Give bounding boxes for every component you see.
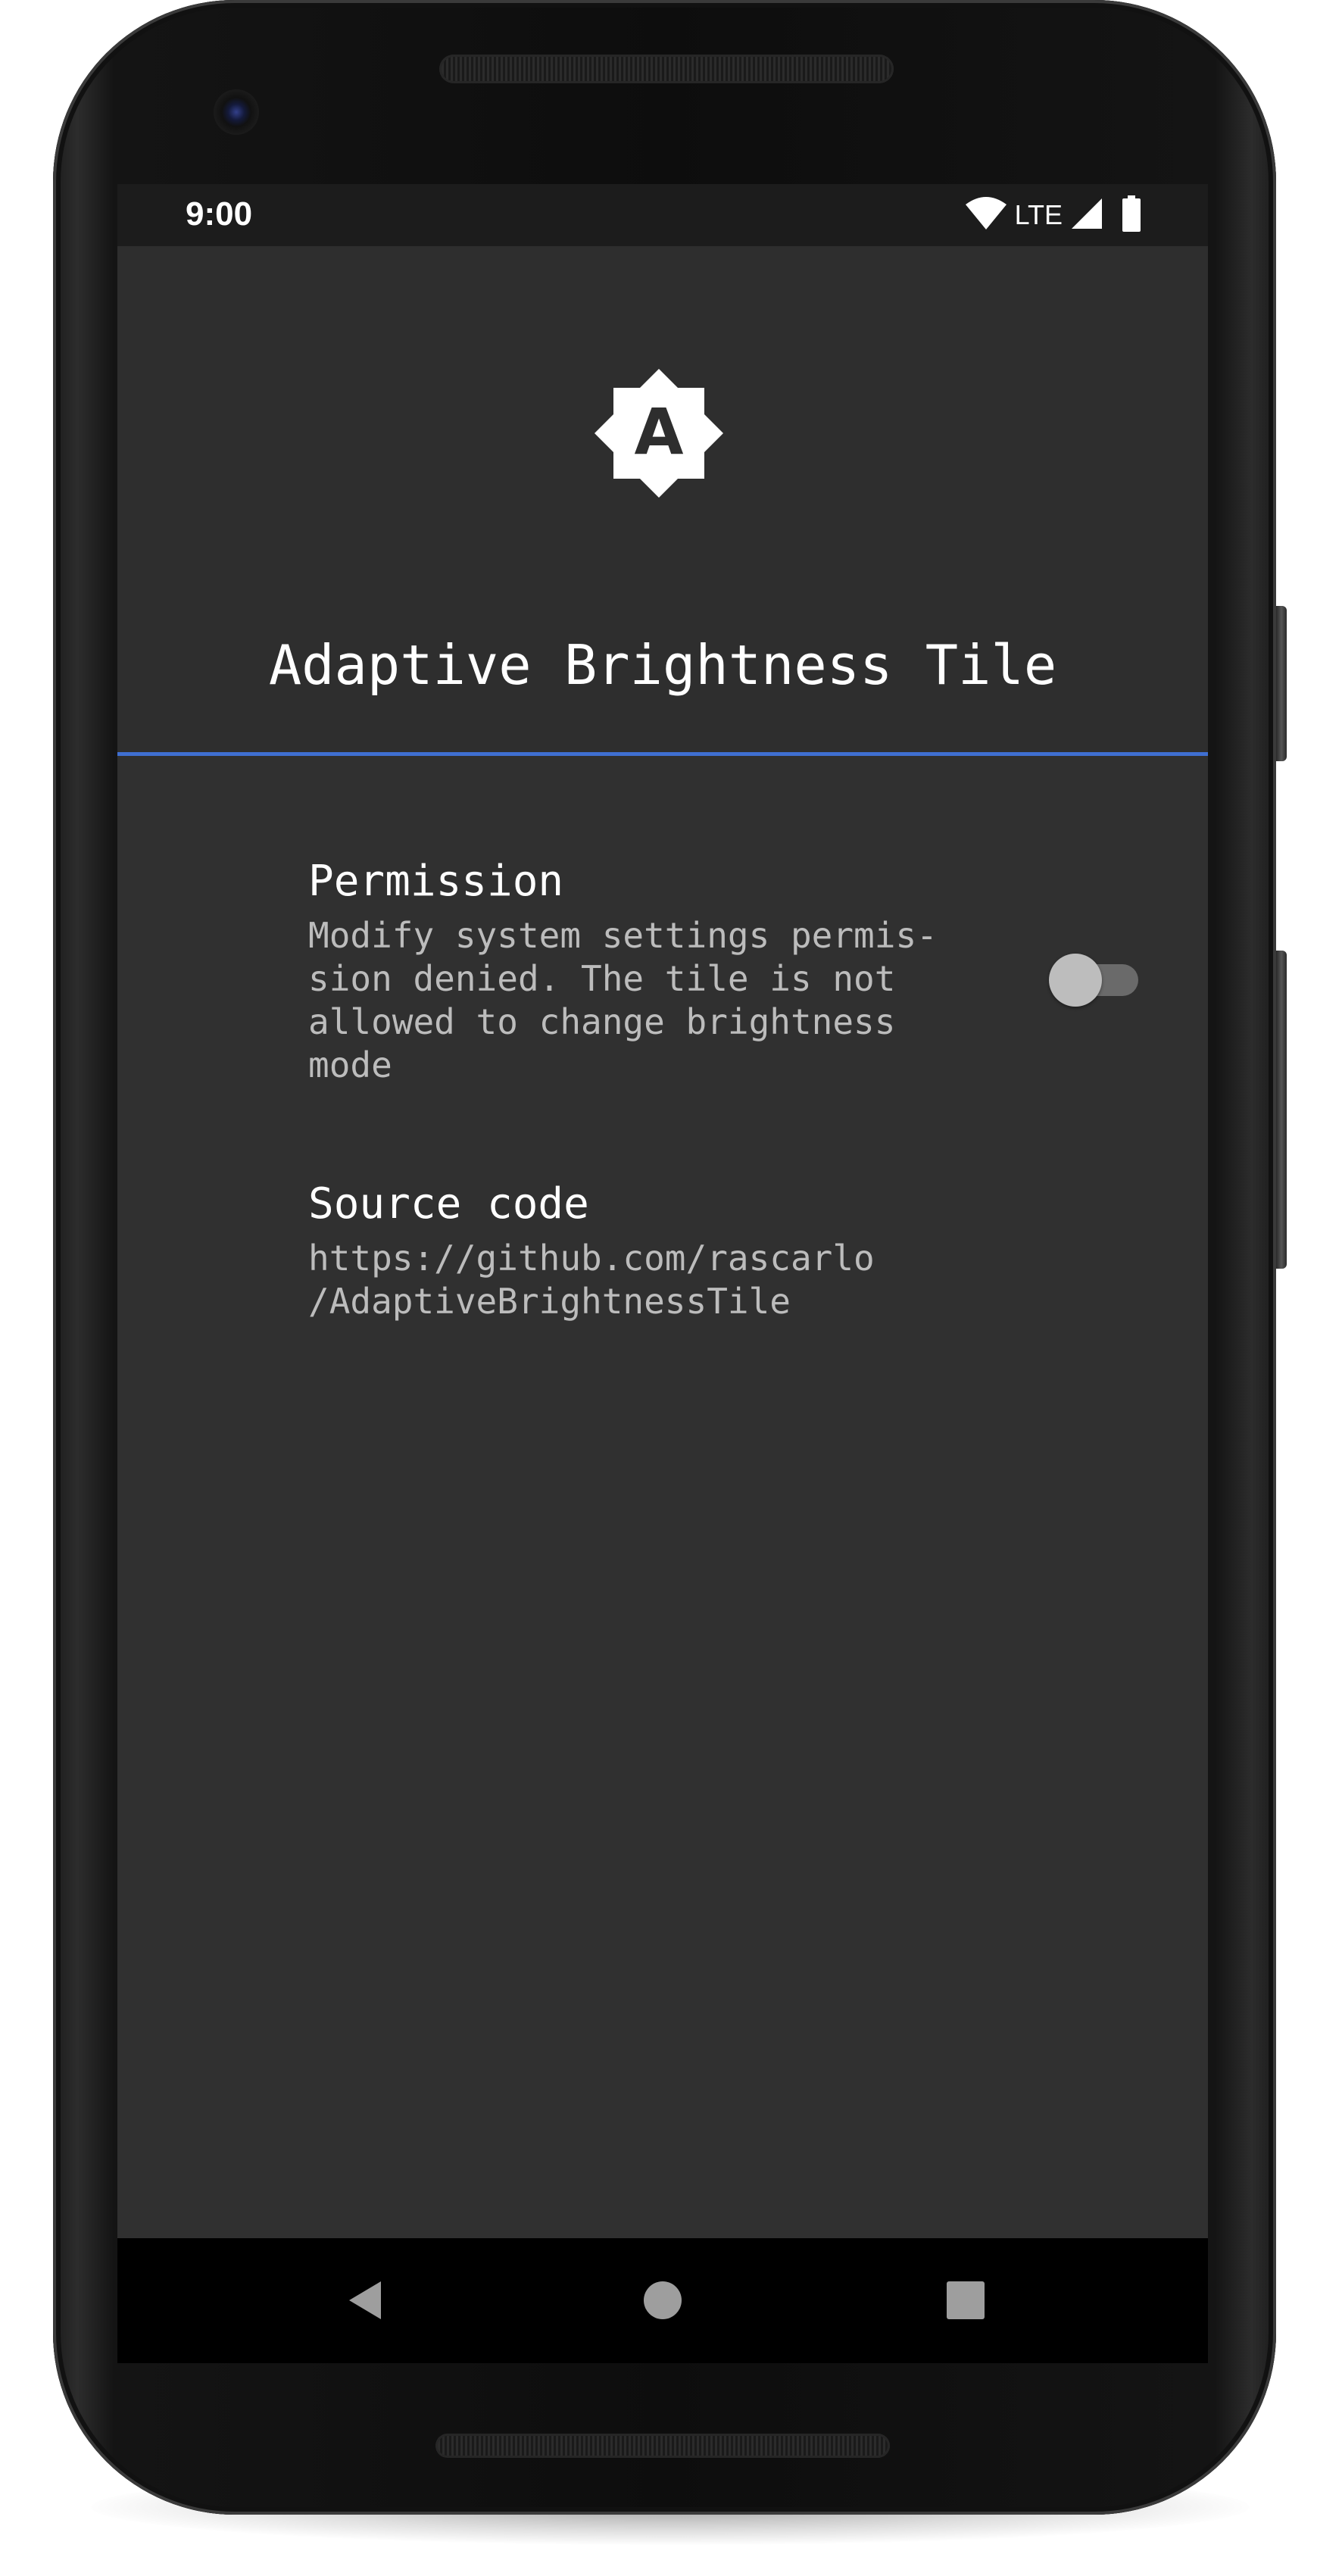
app-header: A Adaptive Brightness Tile xyxy=(117,246,1208,752)
home-icon[interactable] xyxy=(632,2270,693,2331)
toggle-thumb xyxy=(1049,954,1102,1007)
power-button xyxy=(1276,606,1287,761)
status-time: 9:00 xyxy=(186,195,253,233)
status-bar: 9:00 LTE xyxy=(117,184,1208,246)
top-speaker xyxy=(439,55,894,83)
navigation-bar xyxy=(117,2238,1208,2363)
bottom-speaker xyxy=(435,2434,890,2458)
permission-summary: Modify system settings permis- sion deni… xyxy=(308,915,938,1085)
permission-toggle[interactable] xyxy=(1049,954,1140,1007)
volume-button xyxy=(1276,951,1287,1269)
permission-preference[interactable]: Permission Modify system settings permis… xyxy=(308,857,1103,1087)
recents-icon[interactable] xyxy=(935,2270,996,2331)
front-camera xyxy=(214,89,259,135)
screen: 9:00 LTE A Adaptive Brightness Tile Perm… xyxy=(117,184,1208,2363)
adaptive-brightness-icon: A xyxy=(595,369,723,498)
back-icon[interactable] xyxy=(336,2270,396,2331)
header-divider xyxy=(117,752,1208,756)
battery-icon xyxy=(1122,195,1141,235)
source-code-preference[interactable]: Source code https://github.com/rascarlo … xyxy=(308,1179,1103,1323)
permission-title: Permission xyxy=(308,857,564,906)
wifi-icon xyxy=(965,197,1007,233)
app-title: Adaptive Brightness Tile xyxy=(268,633,1057,697)
source-code-title: Source code xyxy=(308,1179,589,1229)
logo-letter: A xyxy=(634,395,683,469)
cellular-signal-icon xyxy=(1070,197,1103,233)
status-icons: LTE xyxy=(965,195,1141,235)
source-code-url[interactable]: https://github.com/rascarlo /AdaptiveBri… xyxy=(308,1237,1103,1323)
page: 9:00 LTE A Adaptive Brightness Tile Perm… xyxy=(0,0,1342,2576)
network-type-label: LTE xyxy=(1014,199,1063,230)
